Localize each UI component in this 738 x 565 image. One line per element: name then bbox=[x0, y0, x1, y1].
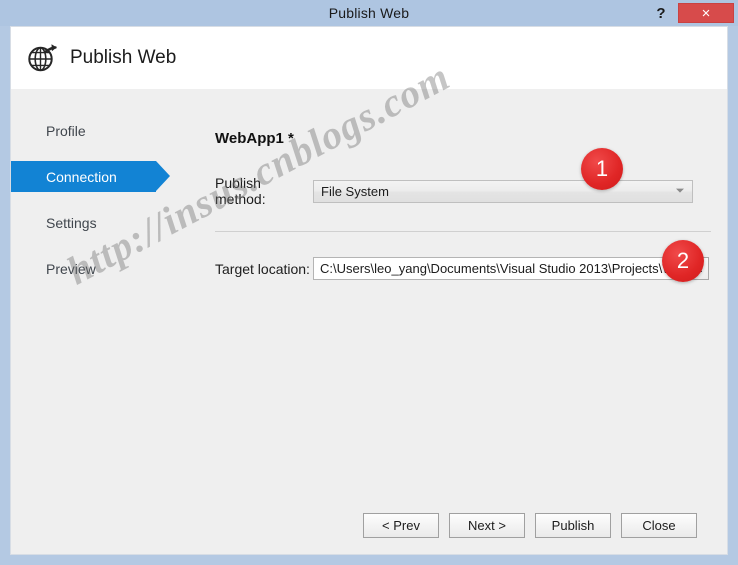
annotation-badge-2: 2 bbox=[662, 240, 704, 282]
close-button[interactable]: Close bbox=[621, 512, 697, 538]
publish-web-dialog: Publish Web ? × Publish Web Profile Conn… bbox=[0, 0, 738, 565]
publish-method-row: Publish method: File System bbox=[207, 175, 713, 207]
close-icon[interactable]: × bbox=[678, 3, 734, 23]
sidebar-item-connection[interactable]: Connection bbox=[11, 161, 170, 192]
sidebar-item-settings[interactable]: Settings bbox=[11, 207, 187, 238]
dialog-header: Publish Web bbox=[11, 27, 727, 89]
dialog-client-area: Publish Web Profile Connection Settings bbox=[10, 26, 728, 555]
page-title: WebApp1 * bbox=[215, 130, 294, 147]
publish-method-label: Publish method: bbox=[215, 175, 266, 207]
chevron-down-icon bbox=[676, 188, 684, 193]
publish-button[interactable]: Publish bbox=[535, 512, 611, 538]
main-panel: WebApp1 * Publish method: File System Ta… bbox=[207, 89, 713, 280]
globe-publish-icon bbox=[28, 44, 57, 72]
sidebar-item-label: Profile bbox=[46, 122, 86, 139]
help-icon[interactable]: ? bbox=[646, 0, 676, 26]
window-title: Publish Web bbox=[328, 5, 410, 21]
sidebar-item-label: Preview bbox=[46, 260, 96, 277]
section-divider bbox=[215, 231, 711, 232]
header-title: Publish Web bbox=[70, 47, 177, 68]
annotation-badge-1: 1 bbox=[581, 148, 623, 190]
sidebar-item-preview[interactable]: Preview bbox=[11, 253, 187, 284]
publish-method-value: File System bbox=[321, 183, 389, 199]
publish-method-dropdown[interactable]: File System bbox=[313, 179, 693, 203]
sidebar-item-label: Connection bbox=[46, 168, 117, 185]
target-location-label: Target location: bbox=[215, 260, 310, 277]
sidebar-item-profile[interactable]: Profile bbox=[11, 115, 187, 146]
target-location-input[interactable]: C:\Users\leo_yang\Documents\Visual Studi… bbox=[313, 257, 681, 280]
prev-button[interactable]: < Prev bbox=[363, 512, 439, 538]
target-location-row: Target location: C:\Users\leo_yang\Docum… bbox=[207, 257, 713, 280]
next-button[interactable]: Next > bbox=[449, 512, 525, 538]
sidebar-item-label: Settings bbox=[46, 214, 97, 231]
titlebar: Publish Web ? × bbox=[0, 0, 738, 26]
sidebar-nav: Profile Connection Settings Preview bbox=[11, 115, 187, 284]
dialog-footer: < Prev Next > Publish Close bbox=[11, 496, 727, 554]
titlebar-buttons: ? × bbox=[646, 0, 738, 26]
